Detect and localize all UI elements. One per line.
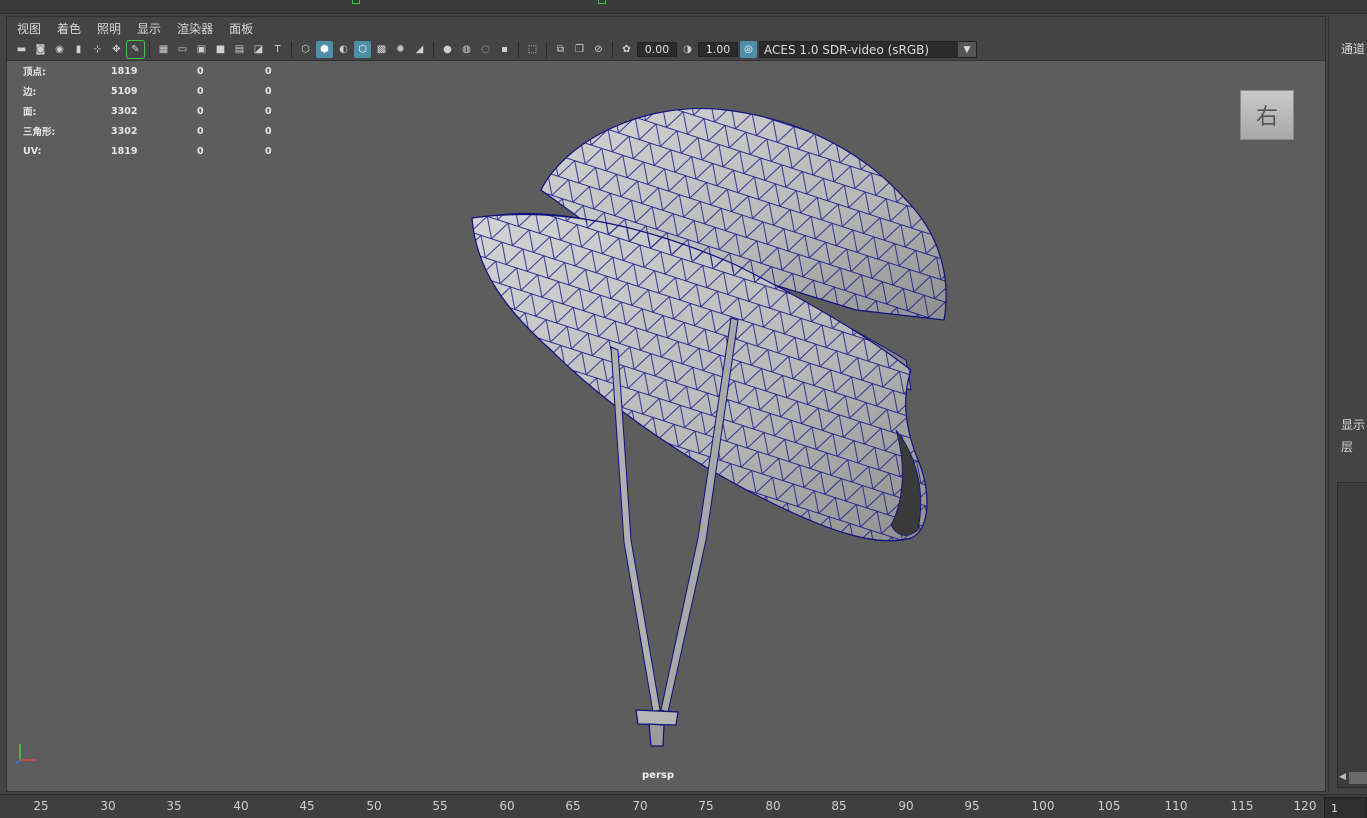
timeline-tick: 60 [499, 799, 515, 813]
timeline-tick: 45 [299, 799, 315, 813]
timeline-tick: 50 [366, 799, 382, 813]
right-side-panel: 通道 显示 层 ◀ [1328, 16, 1367, 792]
view-cube[interactable]: 右 [1240, 90, 1294, 140]
use-lights-icon[interactable]: ✺ [392, 41, 409, 58]
timeline-tick: 55 [432, 799, 448, 813]
2d-pan-icon[interactable]: ⊹ [89, 41, 106, 58]
gamma-field[interactable]: 1.00 [698, 42, 738, 57]
separator [149, 41, 150, 58]
pan-zoom-icon[interactable]: ✥ [108, 41, 125, 58]
display-tab[interactable]: 显示 [1341, 416, 1365, 433]
gamma-icon[interactable]: ◑ [679, 41, 696, 58]
menu-show[interactable]: 显示 [137, 20, 161, 37]
channel-box-tab[interactable]: 通道 [1341, 40, 1365, 57]
timeline-tick: 30 [100, 799, 116, 813]
color-space-value: ACES 1.0 SDR-video (sRGB) [764, 42, 930, 57]
timeline-tick: 85 [831, 799, 847, 813]
screen-space-ao-icon[interactable]: ● [439, 41, 456, 58]
multisample-aa-icon[interactable]: ◌ [477, 41, 494, 58]
bookmark-icon[interactable]: ◉ [51, 41, 68, 58]
keyframe-marker [598, 0, 606, 4]
safe-title-icon[interactable]: T [269, 41, 286, 58]
chevron-down-icon[interactable]: ▼ [958, 42, 976, 57]
camera-attrs-icon[interactable]: ◙ [32, 41, 49, 58]
timeline-tick: 70 [632, 799, 648, 813]
timeline-tick: 40 [233, 799, 249, 813]
keyframe-marker [352, 0, 360, 4]
xray-joints-icon[interactable]: ⧉ [552, 41, 569, 58]
exposure-field[interactable]: 0.00 [637, 42, 677, 57]
timeline-tick: 95 [964, 799, 980, 813]
separator [612, 41, 613, 58]
timeline-tick: 100 [1031, 799, 1055, 813]
hat-strap-toggle [635, 709, 679, 726]
timeline-tick: 115 [1230, 799, 1254, 813]
separator [291, 41, 292, 58]
layer-list[interactable] [1337, 482, 1367, 788]
resolution-gate-icon[interactable]: ▣ [193, 41, 210, 58]
field-chart-icon[interactable]: ▤ [231, 41, 248, 58]
axis-gizmo-icon [15, 744, 36, 765]
viewport-scene[interactable] [6, 60, 1324, 790]
view-cube-face[interactable]: 右 [1240, 90, 1294, 140]
timeline-tick: 110 [1164, 799, 1188, 813]
xray-icon[interactable]: ▩ [373, 41, 390, 58]
timeline-tick: 75 [698, 799, 714, 813]
color-management-icon[interactable]: ◎ [740, 41, 757, 58]
default-material-icon[interactable]: ◐ [335, 41, 352, 58]
smooth-shade-icon[interactable]: ⬢ [316, 41, 333, 58]
color-space-dropdown[interactable]: ACES 1.0 SDR-video (sRGB) ▼ [759, 41, 977, 58]
scroll-left-icon[interactable]: ◀ [1339, 772, 1346, 782]
gate-mask-icon[interactable]: ■ [212, 41, 229, 58]
camera-name-label: persp [642, 770, 674, 781]
menu-panels[interactable]: 面板 [229, 20, 253, 37]
hat-model[interactable] [471, 107, 947, 747]
xray-active-icon[interactable]: ❐ [571, 41, 588, 58]
image-plane-icon[interactable]: ▮ [70, 41, 87, 58]
grease-pencil-icon[interactable]: ✎ [126, 40, 145, 59]
exposure-icon[interactable]: ✿ [618, 41, 635, 58]
shadows-icon[interactable]: ◢ [411, 41, 428, 58]
timeline-tick: 90 [898, 799, 914, 813]
wireframe-on-shaded-icon[interactable]: ⬡ [354, 41, 371, 58]
time-slider[interactable]: 25 30 35 40 45 50 55 60 65 70 75 80 85 9… [0, 794, 1367, 818]
menu-shading[interactable]: 着色 [57, 20, 81, 37]
layer-tab[interactable]: 层 [1341, 438, 1353, 455]
grid-icon[interactable]: ▦ [155, 41, 172, 58]
separator [433, 41, 434, 58]
top-shelf-strip [0, 0, 1367, 14]
film-gate-icon[interactable]: ▭ [174, 41, 191, 58]
safe-action-icon[interactable]: ◪ [250, 41, 267, 58]
menu-lighting[interactable]: 照明 [97, 20, 121, 37]
menu-renderer[interactable]: 渲染器 [177, 20, 213, 37]
timeline-tick: 105 [1097, 799, 1121, 813]
motion-blur-icon[interactable]: ◍ [458, 41, 475, 58]
timeline-tick: 65 [565, 799, 581, 813]
menu-view[interactable]: 视图 [17, 20, 41, 37]
hat-strap-end [648, 723, 665, 747]
current-frame-field[interactable]: 1 [1324, 797, 1367, 818]
backface-culling-icon[interactable]: ⊘ [590, 41, 607, 58]
separator [546, 41, 547, 58]
isolate-select-icon[interactable]: ⬚ [524, 41, 541, 58]
separator [518, 41, 519, 58]
timeline-tick: 80 [765, 799, 781, 813]
camera-icon[interactable]: ▬ [13, 41, 30, 58]
timeline-tick: 25 [33, 799, 49, 813]
depth-of-field-icon[interactable]: ▪ [496, 41, 513, 58]
panel-menubar: 视图 着色 照明 显示 渲染器 面板 [7, 17, 1325, 39]
timeline-tick: 35 [166, 799, 182, 813]
timeline-tick: 120 [1293, 799, 1317, 813]
wireframe-icon[interactable]: ⬡ [297, 41, 314, 58]
panel-toolbar: ▬ ◙ ◉ ▮ ⊹ ✥ ✎ ▦ ▭ ▣ ■ ▤ ◪ T ⬡ ⬢ ◐ ⬡ ▩ ✺ … [7, 39, 1325, 61]
scrollbar-thumb[interactable] [1349, 772, 1367, 784]
